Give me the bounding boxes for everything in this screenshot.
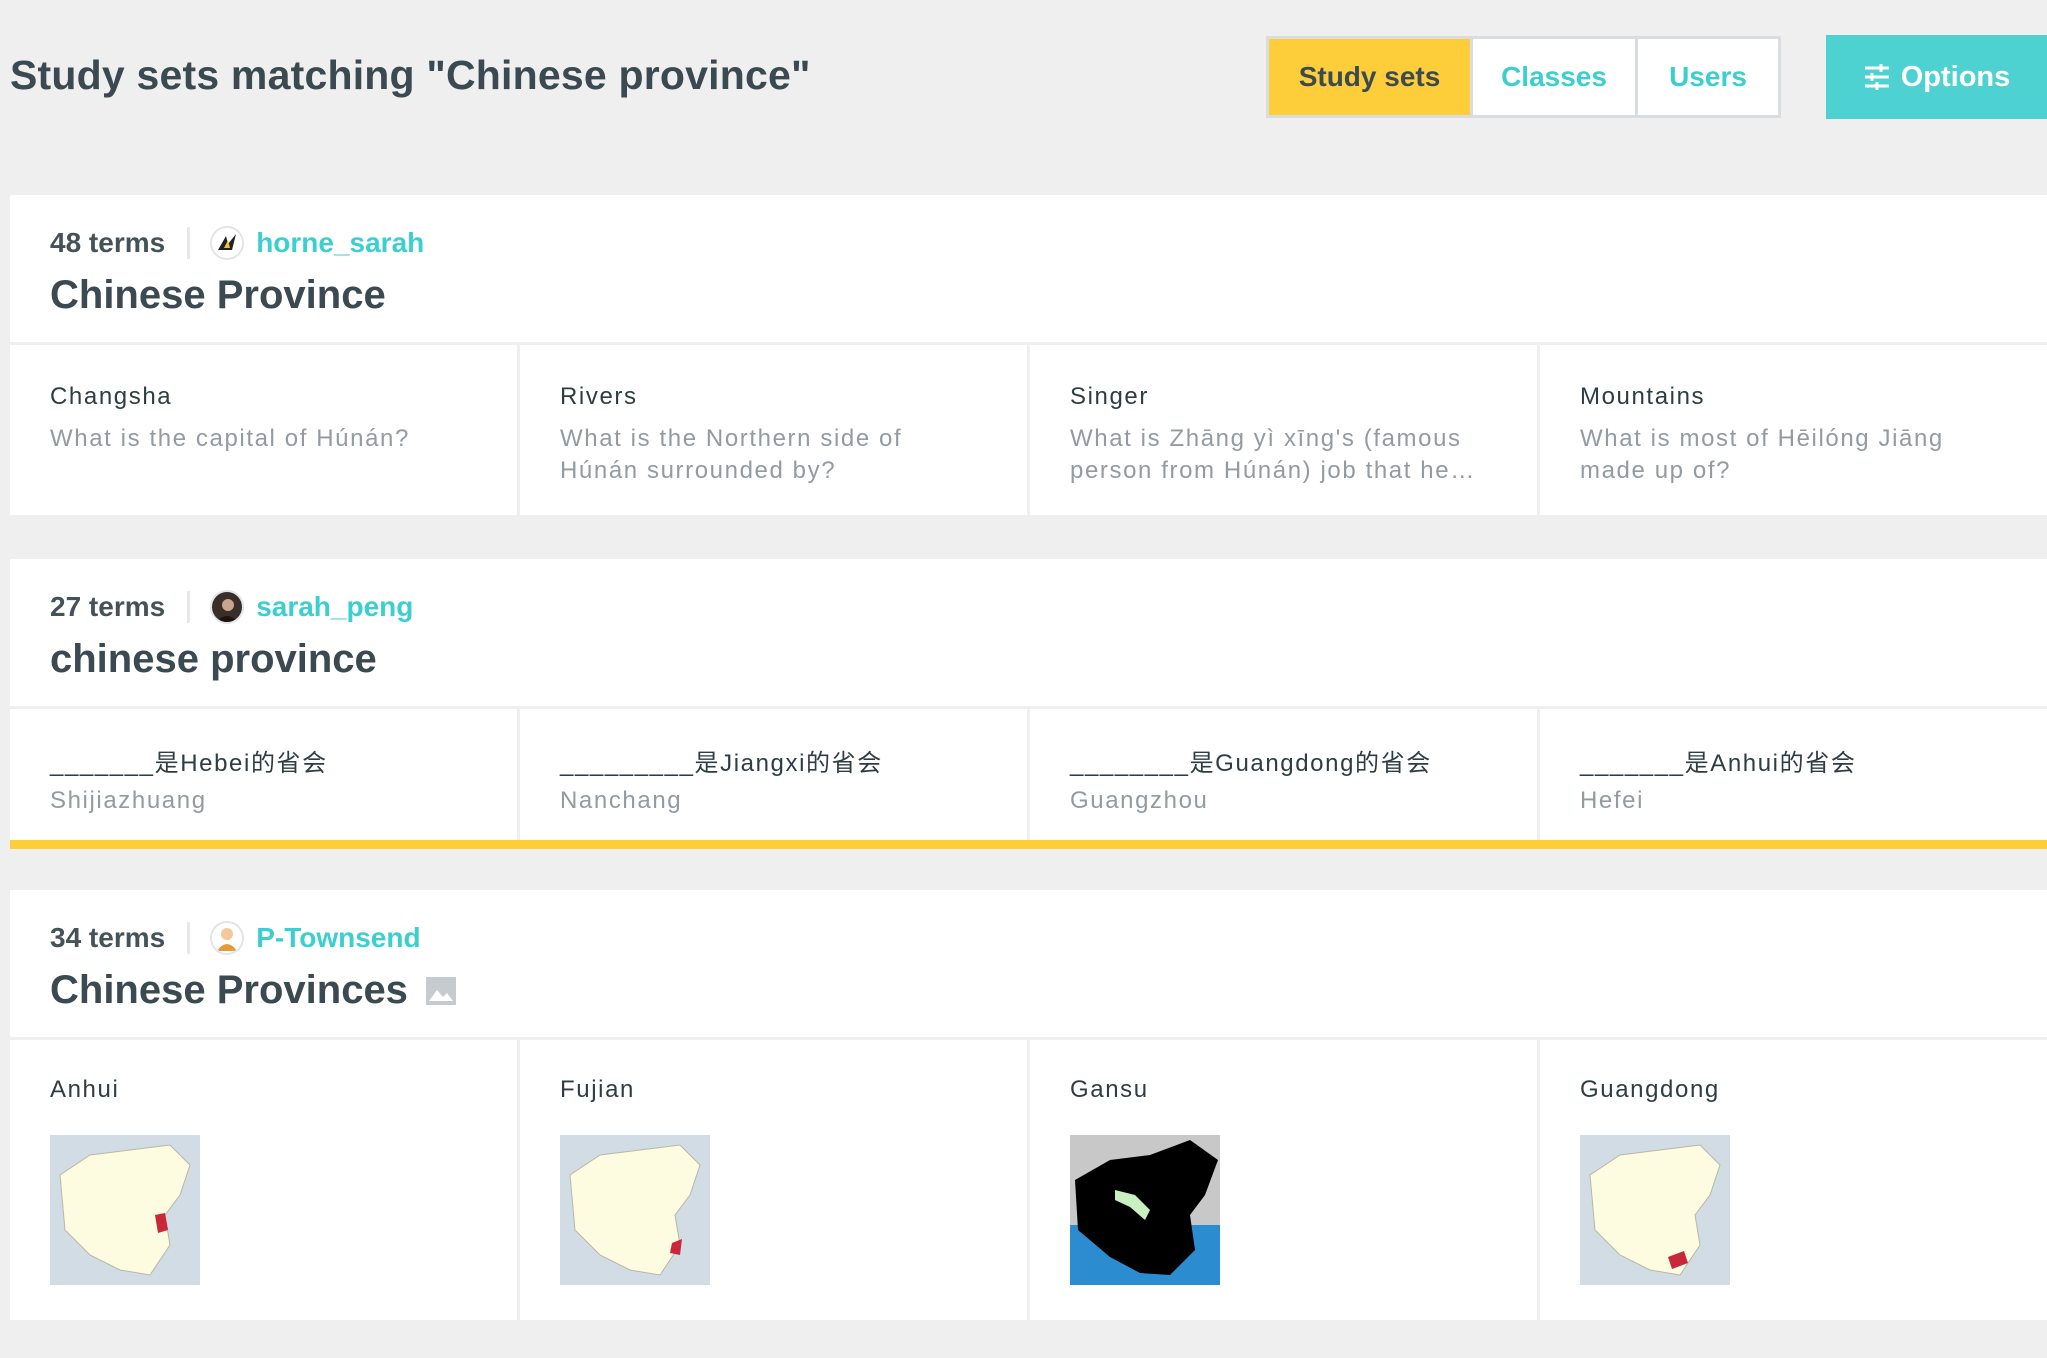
term-preview: Changsha What is the capital of Húnán? — [10, 345, 517, 515]
china-map-fujian-icon — [560, 1135, 710, 1285]
options-label: Options — [1900, 60, 2011, 93]
term-preview: Guangdong — [1540, 1040, 2047, 1320]
term-preview: ________是Guangdong的省会 Guangzhou — [1030, 709, 1537, 840]
hover-highlight-bar — [10, 840, 2047, 849]
tab-study-sets[interactable]: Study sets — [1269, 39, 1473, 115]
sliders-icon — [1864, 64, 1889, 90]
term-definition: Guangzhou — [1070, 787, 1209, 814]
term-definition: What is most of Hēilóng Jiāng made up of… — [1580, 425, 1944, 484]
term-preview: Rivers What is the Northern side of Húná… — [520, 345, 1027, 515]
term-word: ________是Guangdong的省会 — [1070, 750, 1432, 777]
study-set-card[interactable]: 48 terms horne_sarah Chinese Province Ch… — [10, 195, 2047, 515]
term-word: Rivers — [560, 383, 638, 410]
set-header: 34 terms P-Townsend Chinese Provinces — [10, 890, 2047, 1040]
term-count: 34 terms — [50, 922, 166, 953]
result-type-filter: Study sets Classes Users — [1266, 36, 1781, 118]
divider — [187, 227, 191, 259]
set-meta: 34 terms P-Townsend — [50, 918, 421, 958]
term-word: Fujian — [560, 1076, 635, 1103]
cartoon-avatar-icon — [210, 921, 245, 955]
china-map-gansu-icon — [1070, 1135, 1220, 1285]
term-word: Singer — [1070, 383, 1149, 410]
set-title-text: Chinese Province — [50, 273, 386, 317]
set-title[interactable]: chinese province — [50, 637, 377, 682]
term-word: Anhui — [50, 1076, 120, 1103]
options-button[interactable]: Options — [1826, 35, 2047, 119]
term-definition: What is the Northern side of Húnán surro… — [560, 425, 903, 484]
china-map-guangdong-icon — [1580, 1135, 1730, 1285]
term-word: _______是Anhui的省会 — [1580, 750, 1857, 777]
set-title-text: chinese province — [50, 637, 377, 681]
term-preview: Fujian — [520, 1040, 1027, 1320]
photo-avatar-icon — [210, 590, 245, 624]
term-definition: Hefei — [1580, 787, 1645, 814]
term-word: Mountains — [1580, 383, 1706, 410]
term-preview: Anhui — [10, 1040, 517, 1320]
image-icon — [425, 976, 456, 1005]
set-header: 27 terms sarah_peng chinese province — [10, 559, 2047, 709]
term-definition: Shijiazhuang — [50, 787, 207, 814]
term-preview-row: Anhui Fujian Gansu Guangdong — [10, 1040, 2047, 1320]
term-definition: What is the capital of Húnán? — [50, 425, 410, 452]
term-word: Changsha — [50, 383, 173, 410]
term-word: _________是Jiangxi的省会 — [560, 750, 883, 777]
study-set-card[interactable]: 27 terms sarah_peng chinese province ___… — [10, 559, 2047, 849]
china-map-anhui-icon — [50, 1135, 200, 1285]
term-definition: What is Zhāng yì xīng's (famous person f… — [1070, 425, 1476, 484]
term-preview: _________是Jiangxi的省会 Nanchang — [520, 709, 1027, 840]
term-preview: _______是Hebei的省会 Shijiazhuang — [10, 709, 517, 840]
set-header: 48 terms horne_sarah Chinese Province — [10, 195, 2047, 345]
term-preview: Singer What is Zhāng yì xīng's (famous p… — [1030, 345, 1537, 515]
term-preview-row: Changsha What is the capital of Húnán? R… — [10, 345, 2047, 515]
term-word: Gansu — [1070, 1076, 1149, 1103]
divider — [187, 591, 191, 623]
term-count: 48 terms — [50, 227, 166, 258]
set-title[interactable]: Chinese Provinces — [50, 968, 456, 1013]
term-preview-row: _______是Hebei的省会 Shijiazhuang _________是… — [10, 709, 2047, 840]
set-title[interactable]: Chinese Province — [50, 273, 386, 318]
term-word: _______是Hebei的省会 — [50, 750, 328, 777]
bird-avatar-icon — [210, 226, 245, 260]
author-link[interactable]: horne_sarah — [256, 227, 424, 259]
author-link[interactable]: P-Townsend — [256, 922, 420, 954]
term-definition: Nanchang — [560, 787, 683, 814]
set-meta: 48 terms horne_sarah — [50, 223, 424, 263]
study-set-card[interactable]: 34 terms P-Townsend Chinese Provinces An… — [10, 890, 2047, 1320]
set-meta: 27 terms sarah_peng — [50, 587, 413, 627]
author-link[interactable]: sarah_peng — [256, 591, 413, 623]
divider — [187, 922, 191, 954]
page-title: Study sets matching "Chinese province" — [10, 52, 811, 98]
tab-users[interactable]: Users — [1638, 39, 1778, 115]
term-preview: Mountains What is most of Hēilóng Jiāng … — [1540, 345, 2047, 515]
term-preview: _______是Anhui的省会 Hefei — [1540, 709, 2047, 840]
tab-classes[interactable]: Classes — [1473, 39, 1638, 115]
term-count: 27 terms — [50, 591, 166, 622]
set-title-text: Chinese Provinces — [50, 968, 408, 1012]
term-word: Guangdong — [1580, 1076, 1720, 1103]
term-preview: Gansu — [1030, 1040, 1537, 1320]
